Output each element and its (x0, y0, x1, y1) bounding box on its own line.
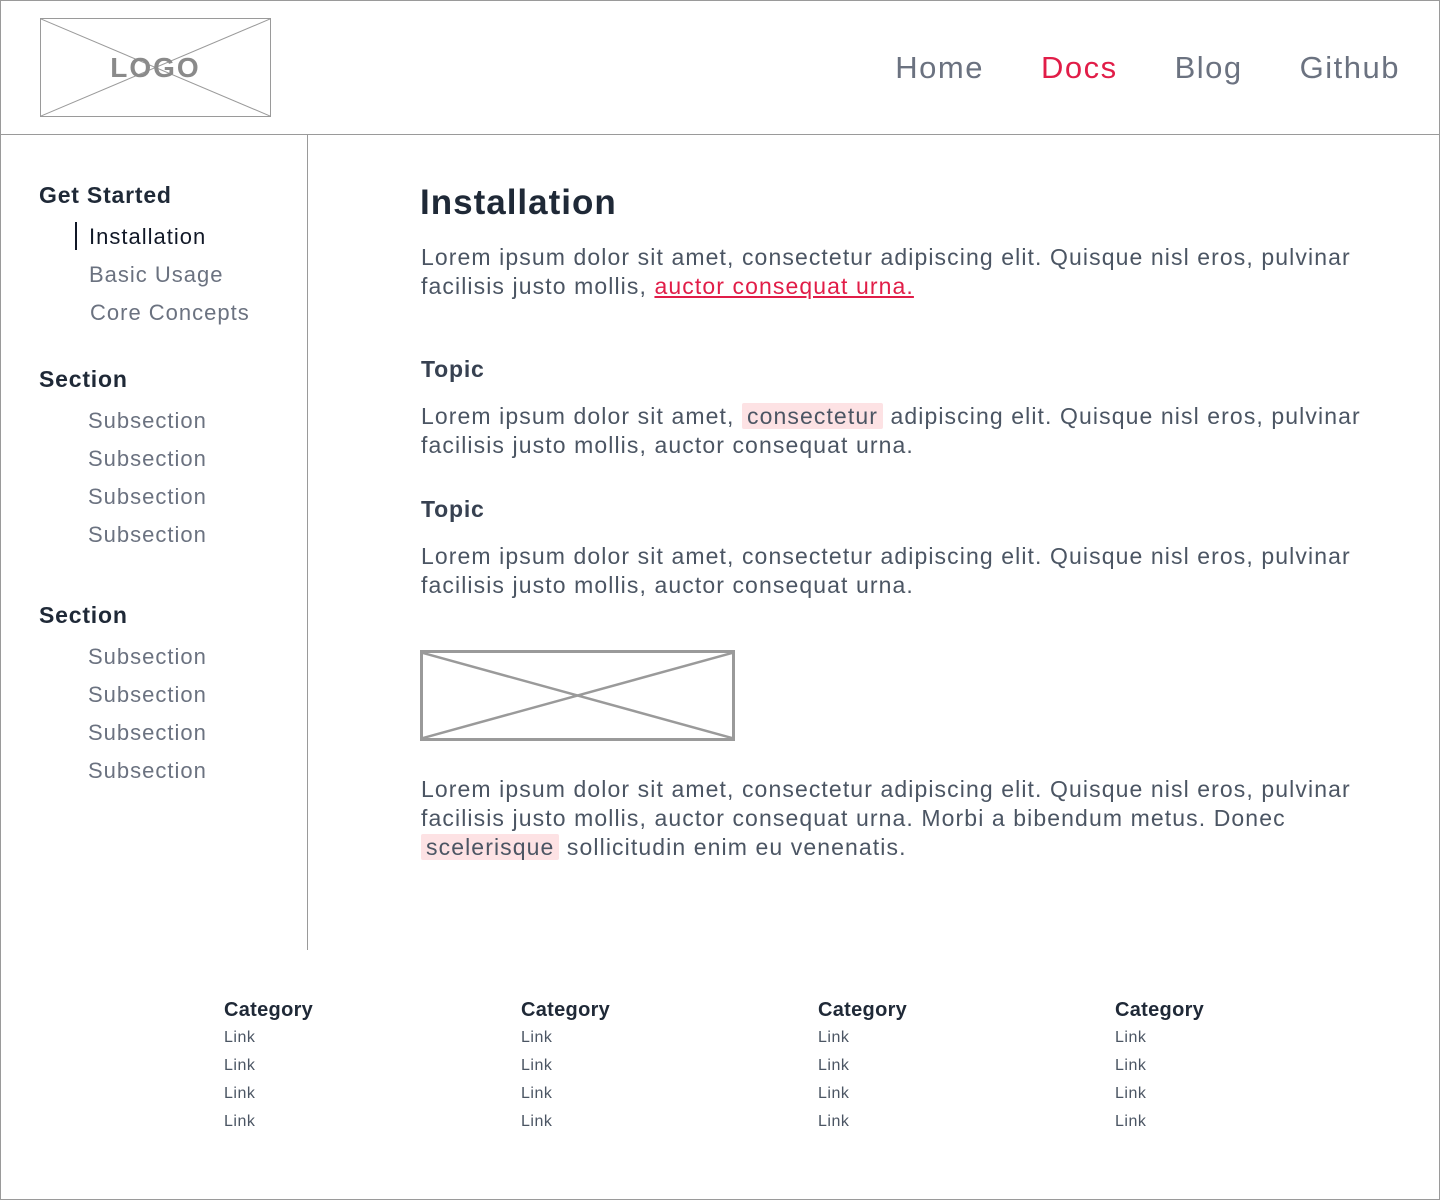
footer-column: Category Link Link Link Link (818, 996, 907, 1136)
sidebar-item-subsection[interactable]: Subsection (88, 402, 207, 440)
footer-link[interactable]: Link (1115, 1108, 1204, 1136)
topic-heading: Topic (421, 496, 485, 522)
inline-link[interactable]: auctor consequat urna. (654, 273, 913, 299)
nav-blog[interactable]: Blog (1175, 46, 1243, 90)
sidebar-section-get-started: Get Started Installation Basic Usage Cor… (39, 180, 250, 332)
closing-paragraph: Lorem ipsum dolor sit amet, consectetur … (421, 775, 1371, 862)
sidebar-item-subsection[interactable]: Subsection (88, 440, 207, 478)
content-image-placeholder (420, 650, 735, 741)
logo-text: LOGO (110, 52, 201, 83)
paragraph-text: sollicitudin enim eu venenatis. (559, 834, 907, 860)
sidebar-item-subsection[interactable]: Subsection (88, 478, 207, 516)
nav-docs[interactable]: Docs (1041, 46, 1118, 90)
footer-link[interactable]: Link (818, 1080, 907, 1108)
footer-column: Category Link Link Link Link (521, 996, 610, 1136)
footer-link[interactable]: Link (224, 1052, 313, 1080)
footer-link[interactable]: Link (818, 1024, 907, 1052)
footer-column: Category Link Link Link Link (224, 996, 313, 1136)
footer-link[interactable]: Link (1115, 1080, 1204, 1108)
intro-paragraph: Lorem ipsum dolor sit amet, consectetur … (421, 243, 1371, 301)
footer-category-heading: Category (521, 999, 611, 1021)
footer-link[interactable]: Link (521, 1052, 610, 1080)
top-nav: Home Docs Blog Github (838, 46, 1400, 90)
sidebar-heading: Section (39, 602, 128, 628)
logo-placeholder[interactable]: LOGO (40, 18, 271, 117)
image-placeholder-icon (423, 653, 732, 738)
site-footer: Category Link Link Link Link Category Li… (0, 950, 1440, 1200)
page-title: Installation (420, 183, 617, 222)
highlighted-term: scelerisque (421, 834, 560, 860)
sidebar-heading: Section (39, 366, 128, 392)
sidebar-item-subsection[interactable]: Subsection (88, 752, 207, 790)
footer-link[interactable]: Link (1115, 1052, 1204, 1080)
sidebar-item-subsection[interactable]: Subsection (88, 676, 207, 714)
sidebar-item-subsection[interactable]: Subsection (88, 714, 207, 752)
topic-heading: Topic (421, 356, 485, 382)
footer-column: Category Link Link Link Link (1115, 996, 1204, 1136)
footer-link[interactable]: Link (521, 1080, 610, 1108)
footer-link[interactable]: Link (224, 1080, 313, 1108)
paragraph-text: Lorem ipsum dolor sit amet, (421, 403, 742, 429)
sidebar-item-subsection[interactable]: Subsection (88, 516, 207, 554)
footer-link[interactable]: Link (521, 1108, 610, 1136)
highlighted-term: consectetur (741, 403, 883, 429)
footer-category-heading: Category (818, 999, 908, 1021)
site-header: LOGO Home Docs Blog Github (0, 0, 1440, 135)
footer-link[interactable]: Link (1115, 1024, 1204, 1052)
docs-sidebar: Get Started Installation Basic Usage Cor… (0, 135, 308, 950)
sidebar-item-subsection[interactable]: Subsection (88, 638, 207, 676)
footer-link[interactable]: Link (224, 1024, 313, 1052)
footer-category-heading: Category (224, 999, 314, 1021)
sidebar-section-3: Section Subsection Subsection Subsection… (39, 600, 207, 790)
footer-category-heading: Category (1115, 999, 1205, 1021)
footer-link[interactable]: Link (224, 1108, 313, 1136)
paragraph-text: Lorem ipsum dolor sit amet, consectetur … (421, 776, 1351, 831)
topic-paragraph: Lorem ipsum dolor sit amet, consectetur … (421, 543, 1351, 598)
footer-link[interactable]: Link (818, 1108, 907, 1136)
footer-link[interactable]: Link (521, 1024, 610, 1052)
sidebar-section-2: Section Subsection Subsection Subsection… (39, 364, 207, 554)
sidebar-item-installation[interactable]: Installation (75, 218, 250, 256)
sidebar-item-core-concepts[interactable]: Core Concepts (90, 294, 250, 332)
topic-paragraph: Lorem ipsum dolor sit amet, consectetur … (421, 402, 1371, 460)
nav-home[interactable]: Home (895, 46, 984, 90)
sidebar-heading: Get Started (39, 182, 172, 208)
nav-github[interactable]: Github (1300, 46, 1400, 90)
sidebar-item-basic-usage[interactable]: Basic Usage (89, 256, 250, 294)
footer-link[interactable]: Link (818, 1052, 907, 1080)
